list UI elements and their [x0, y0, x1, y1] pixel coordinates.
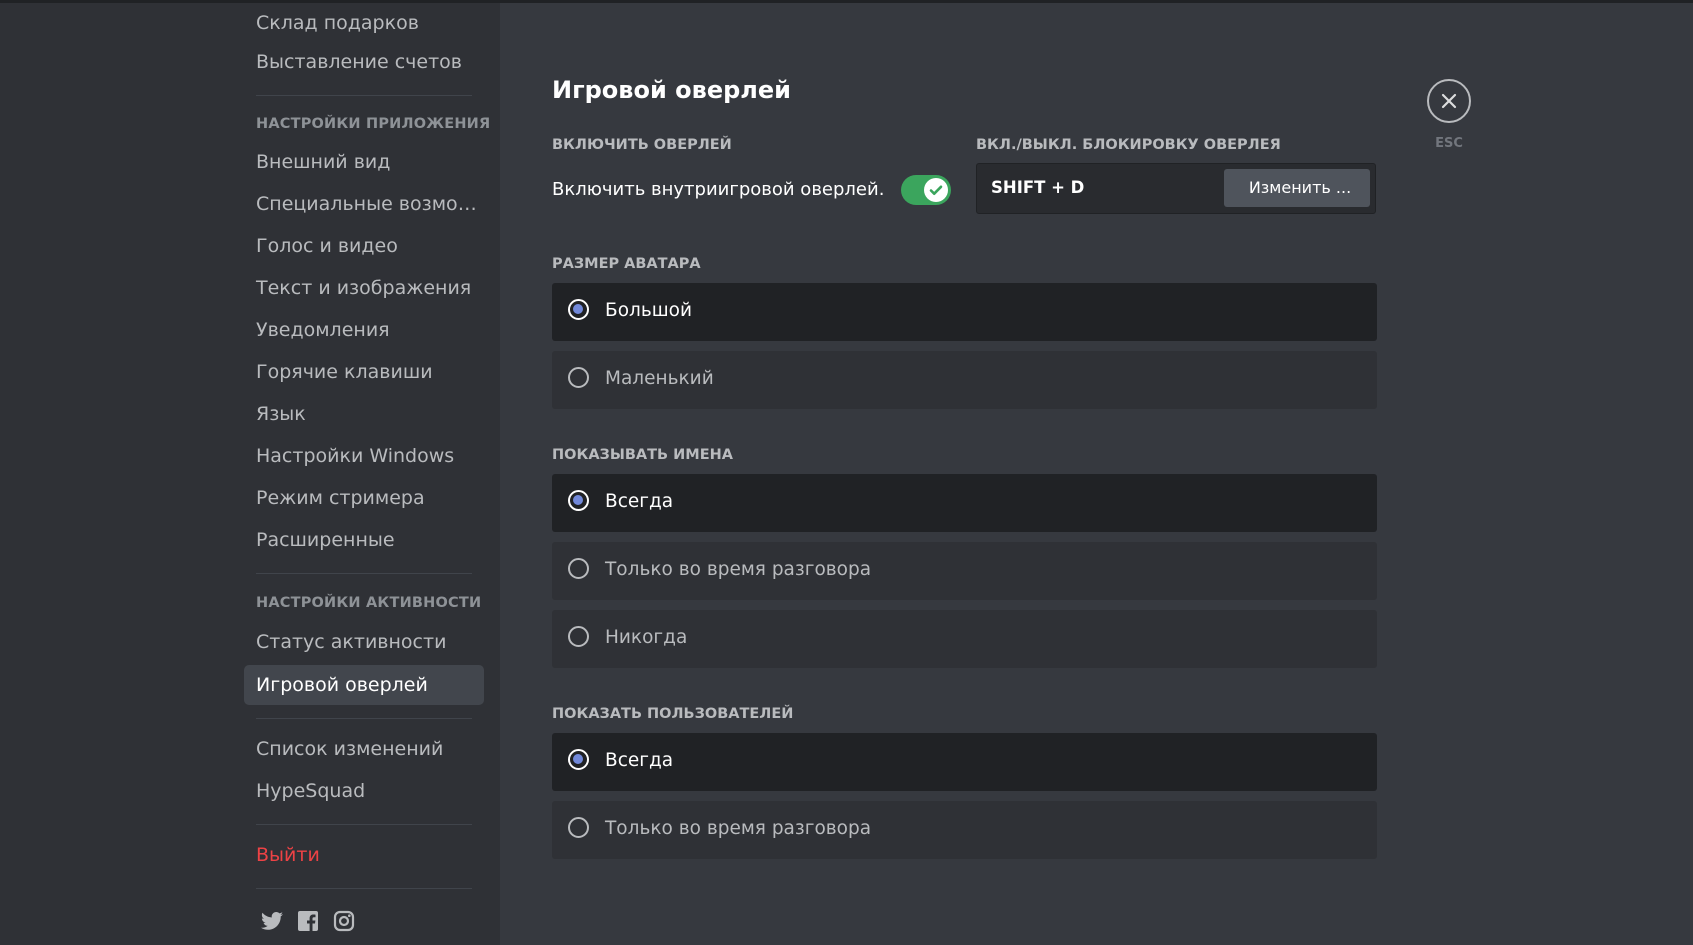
show-names-header: ПОКАЗЫВАТЬ ИМЕНА	[552, 447, 733, 463]
sidebar-item-keybinds[interactable]: Горячие клавиши	[244, 352, 484, 392]
nav-divider	[256, 888, 472, 889]
app-settings-header: НАСТРОЙКИ ПРИЛОЖЕНИЯ	[256, 116, 491, 132]
facebook-icon[interactable]	[296, 909, 320, 933]
keybind-combo: SHIFT + D	[991, 178, 1085, 197]
show-names-option-always[interactable]: Всегда	[552, 474, 1377, 532]
radio-label: Всегда	[605, 750, 674, 771]
avatar-size-option-small[interactable]: Маленький	[552, 351, 1377, 409]
sidebar-item-gift-inventory[interactable]: Склад подарков	[244, 3, 484, 43]
toggle-knob	[924, 178, 948, 202]
radio-label: Только во время разговора	[605, 818, 872, 839]
close-icon	[1441, 93, 1457, 109]
check-icon	[929, 185, 943, 195]
nav-divider	[256, 95, 472, 96]
avatar-size-header: РАЗМЕР АВАТАРА	[552, 256, 701, 272]
sidebar-item-game-overlay[interactable]: Игровой оверлей	[244, 665, 484, 705]
radio-icon	[568, 817, 589, 838]
sidebar-item-language[interactable]: Язык	[244, 394, 484, 434]
nav-divider	[256, 718, 472, 719]
settings-content: Игровой оверлей ВКЛЮЧИТЬ ОВЕРЛЕЙ Включит…	[500, 3, 1693, 945]
sidebar-item-hypesquad[interactable]: HypeSquad	[244, 771, 484, 811]
radio-icon	[568, 490, 589, 511]
page-title: Игровой оверлей	[552, 76, 791, 104]
enable-overlay-row: Включить внутриигровой оверлей.	[552, 175, 952, 209]
sidebar-item-advanced[interactable]: Расширенные	[244, 520, 484, 560]
show-users-header: ПОКАЗАТЬ ПОЛЬЗОВАТЕЛЕЙ	[552, 706, 794, 722]
sidebar-item-streamer-mode[interactable]: Режим стримера	[244, 478, 484, 518]
settings-sidebar: Склад подарков Выставление счетов НАСТРО…	[0, 3, 500, 945]
social-links	[260, 909, 356, 933]
sidebar-item-appearance[interactable]: Внешний вид	[244, 142, 484, 182]
radio-icon	[568, 626, 589, 647]
radio-icon	[568, 367, 589, 388]
radio-label: Большой	[605, 300, 693, 321]
show-names-option-while-speaking[interactable]: Только во время разговора	[552, 542, 1377, 600]
nav-divider	[256, 573, 472, 574]
show-users-option-always[interactable]: Всегда	[552, 733, 1377, 791]
sidebar-item-text-images[interactable]: Текст и изображения	[244, 268, 484, 308]
overlay-lock-keybind[interactable]: SHIFT + D Изменить ...	[976, 163, 1376, 214]
show-names-option-never[interactable]: Никогда	[552, 610, 1377, 668]
avatar-size-option-large[interactable]: Большой	[552, 283, 1377, 341]
enable-overlay-toggle[interactable]	[901, 175, 951, 205]
edit-keybind-button[interactable]: Изменить ...	[1224, 169, 1370, 207]
twitter-icon[interactable]	[260, 909, 284, 933]
nav-divider	[256, 824, 472, 825]
activity-settings-header: НАСТРОЙКИ АКТИВНОСТИ	[256, 595, 482, 611]
radio-label: Маленький	[605, 368, 714, 389]
sidebar-item-billing[interactable]: Выставление счетов	[244, 42, 484, 82]
instagram-icon[interactable]	[332, 909, 356, 933]
esc-label: ESC	[1435, 136, 1463, 151]
show-users-option-while-speaking[interactable]: Только во время разговора	[552, 801, 1377, 859]
radio-icon	[568, 749, 589, 770]
sidebar-item-logout[interactable]: Выйти	[244, 835, 484, 875]
enable-overlay-header: ВКЛЮЧИТЬ ОВЕРЛЕЙ	[552, 137, 732, 153]
overlay-lock-header: ВКЛ./ВЫКЛ. БЛОКИРОВКУ ОВЕРЛЕЯ	[976, 137, 1281, 153]
sidebar-item-activity-status[interactable]: Статус активности	[244, 622, 484, 662]
sidebar-item-changelog[interactable]: Список изменений	[244, 729, 484, 769]
radio-icon	[568, 299, 589, 320]
sidebar-item-voice-video[interactable]: Голос и видео	[244, 226, 484, 266]
radio-label: Всегда	[605, 491, 674, 512]
radio-icon	[568, 558, 589, 579]
sidebar-item-windows-settings[interactable]: Настройки Windows	[244, 436, 484, 476]
radio-label: Только во время разговора	[605, 559, 872, 580]
sidebar-item-notifications[interactable]: Уведомления	[244, 310, 484, 350]
sidebar-item-accessibility[interactable]: Специальные возмож...	[244, 184, 484, 224]
enable-overlay-label: Включить внутриигровой оверлей.	[552, 179, 885, 200]
radio-label: Никогда	[605, 627, 688, 648]
close-settings-button[interactable]	[1427, 79, 1471, 123]
